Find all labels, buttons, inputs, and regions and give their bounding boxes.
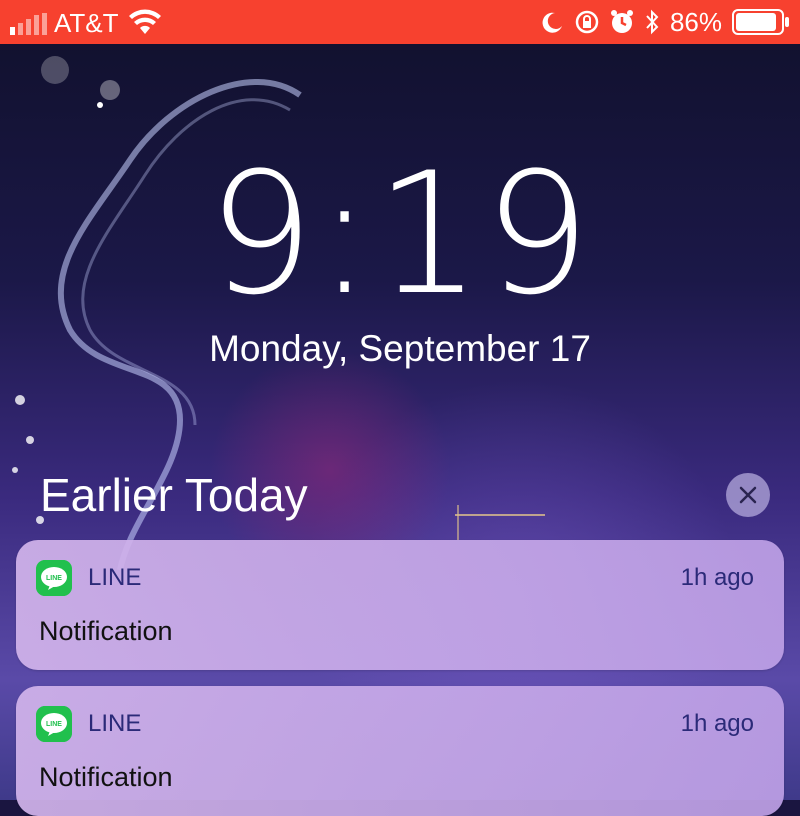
notification-time: 1h ago [680,710,754,737]
wallpaper-art [12,56,545,571]
moon-icon [542,12,562,33]
svg-text:LINE: LINE [46,575,62,582]
notification-time: 1h ago [680,564,754,591]
notification-app-name: LINE [88,710,142,737]
status-bar: AT&T 86% [0,0,800,44]
wifi-icon [129,9,161,34]
notification-card[interactable]: LINE LINE 1h ago Notification [16,686,784,816]
alarm-icon [610,10,633,33]
lock-screen-clock: 9:19 [207,136,593,332]
carrier-label: AT&T [54,8,119,38]
battery-percent: 86% [669,6,722,37]
bluetooth-icon [646,9,659,35]
line-icon: LINE [36,560,72,596]
notification-message: Notification [39,762,173,792]
lock-screen-date: Monday, September 17 [209,328,591,369]
notification-app-name: LINE [88,564,142,591]
status-right: 86% [540,6,790,38]
rotation-lock-icon [575,10,599,34]
clear-notifications-button[interactable] [726,473,770,517]
notification-message: Notification [39,616,173,646]
line-icon: LINE [36,706,72,742]
svg-text:LINE: LINE [46,721,62,728]
battery-icon [732,9,789,35]
wallpaper [0,0,800,800]
notification-card[interactable]: LINE LINE 1h ago Notification [16,540,784,670]
signal-icon [10,13,47,35]
notifications-section-title: Earlier Today [40,469,308,521]
close-icon [739,486,757,504]
